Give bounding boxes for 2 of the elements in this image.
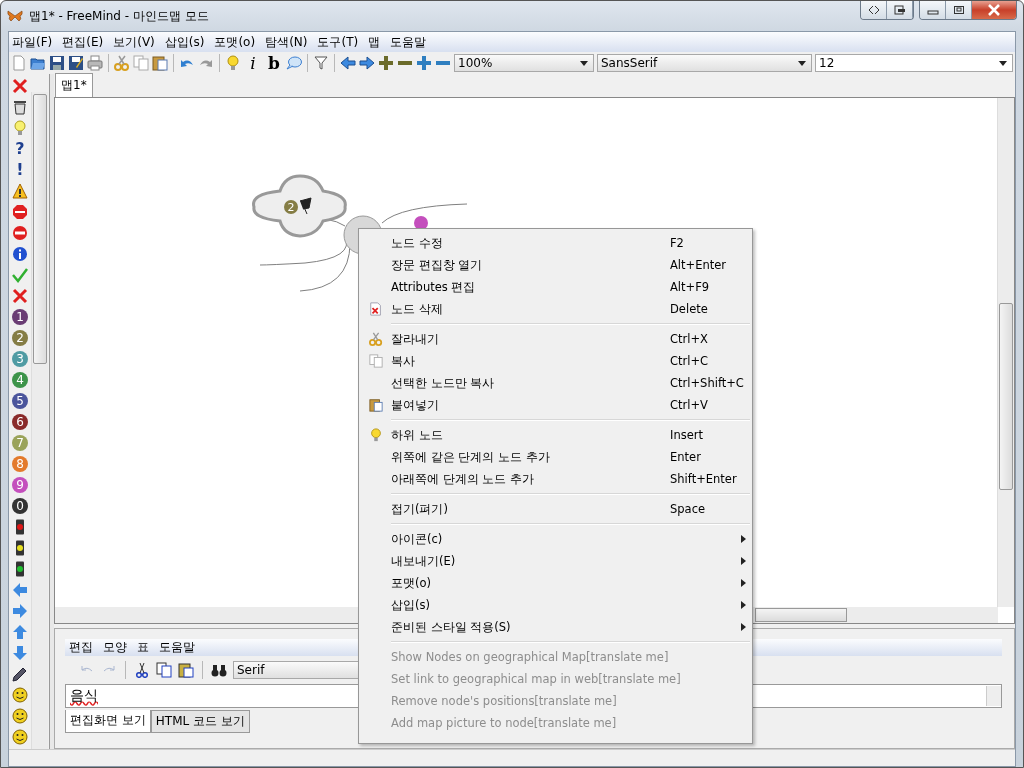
window-title: 맵1* - FreeMind - 마인드맵 모드	[29, 7, 209, 25]
node-number: 2	[287, 201, 295, 214]
